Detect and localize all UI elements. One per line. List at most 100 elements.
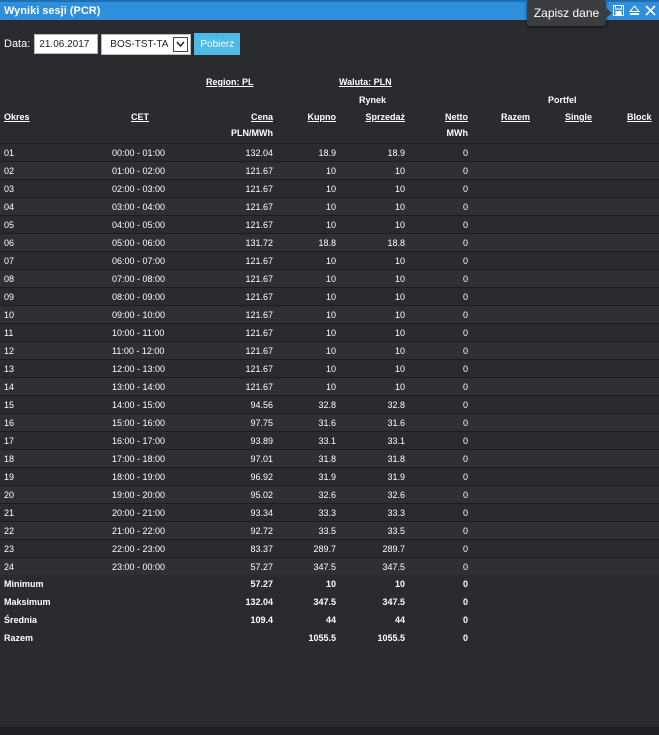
table-row: 14 13:00 - 14:00 121.67 10 10 0 [0,377,659,395]
table-cell: 289.7 [382,544,405,554]
table-row: 18 17:00 - 18:00 97.01 31.8 31.8 0 [0,449,659,467]
col-header-cena[interactable]: Cena [251,112,273,122]
table-cell: 0 [462,418,468,428]
table-cell: 10 [394,364,405,374]
table-cell: 92.72 [250,526,273,536]
table-cell: 10 [394,184,405,194]
currency-header[interactable]: Waluta: PLN [339,77,392,87]
table-cell: 10 [394,166,405,176]
unit-price: PLN/MWh [231,128,273,138]
col-header-razem[interactable]: Razem [501,112,530,122]
table-cell: 04 [4,202,15,212]
table-cell: 12:00 - 13:00 [112,364,166,374]
table-cell: 97.75 [250,418,273,428]
fetch-button[interactable]: Pobierz [194,33,241,55]
table-cell: 32.8 [318,400,336,410]
table-cell: 10 [394,220,405,230]
col-header-single[interactable]: Single [565,112,592,122]
table-cell: 07 [4,256,15,266]
col-header-sprzedaz[interactable]: Sprzedaż [365,112,405,122]
table-cell: 0 [462,436,468,446]
table-row: 10 09:00 - 10:00 121.67 10 10 0 [0,305,659,323]
table-cell: 33.5 [318,526,336,536]
table-cell: 0 [462,579,468,589]
table-row: 11 10:00 - 11:00 121.67 10 10 0 [0,323,659,341]
table-cell: 31.8 [318,454,336,464]
table-cell: 03 [4,184,15,194]
chevron-down-icon[interactable] [173,36,189,52]
table-cell: 0 [462,148,468,158]
table-cell: 16 [4,418,15,428]
table-cell: 03:00 - 04:00 [112,202,166,212]
table-cell: 121.67 [245,346,273,356]
table-cell: 10 [394,274,405,284]
date-label: Data: [4,38,31,50]
col-header-cet[interactable]: CET [131,112,149,122]
date-input[interactable] [34,34,99,54]
table-cell: 19:00 - 20:00 [112,490,166,500]
results-table-body: 01 00:00 - 01:00 132.04 18.9 18.9 0 02 01:00 -… [0,143,659,647]
table-cell: 18.9 [387,148,405,158]
table-cell: 10 [394,256,405,266]
table-cell: 0 [462,346,468,356]
table-cell: 0 [462,400,468,410]
table-cell: 18.9 [318,148,336,158]
table-row: 17 16:00 - 17:00 93.89 33.1 33.1 0 [0,431,659,449]
table-cell: 08 [4,274,15,284]
table-cell: 09 [4,292,15,302]
table-cell: 121.67 [245,328,273,338]
table-cell: 18.8 [387,238,405,248]
col-header-okres[interactable]: Okres [4,112,30,122]
table-cell: 121.67 [245,292,273,302]
table-cell: 0 [462,615,468,625]
eject-icon[interactable] [628,4,641,17]
table-cell: 0 [462,310,468,320]
table-cell: 18 [4,454,15,464]
table-cell: 1055.5 [308,633,336,643]
table-cell: 121.67 [245,184,273,194]
window-title: Wyniki sesji (PCR) [4,5,101,17]
table-row: 19 18:00 - 19:00 96.92 31.9 31.9 0 [0,467,659,485]
table-cell: 10 [325,256,336,266]
table-row: 03 02:00 - 03:00 121.67 10 10 0 [0,179,659,197]
table-cell: 17:00 - 18:00 [112,454,166,464]
save-icon[interactable] [612,4,625,17]
table-cell: 57.27 [250,562,273,572]
table-cell: 31.9 [387,472,405,482]
table-row: 09 08:00 - 09:00 121.67 10 10 0 [0,287,659,305]
table-cell: 11 [4,328,14,338]
table-cell: 10 [325,292,336,302]
table-cell: 06 [4,238,15,248]
table-cell: 11:00 - 12:00 [112,346,165,356]
table-cell: 121.67 [245,382,273,392]
table-row: 13 12:00 - 13:00 121.67 10 10 0 [0,359,659,377]
close-icon[interactable] [644,4,657,17]
table-cell: 0 [462,544,468,554]
table-cell: 07:00 - 08:00 [112,274,166,284]
table-cell: 10 [325,579,336,589]
summary-row-minimum: Minimum 57.27 10 10 0 [0,575,659,593]
col-header-block[interactable]: Block [627,112,652,122]
table-cell: 0 [462,382,468,392]
col-header-netto[interactable]: Netto [445,112,468,122]
table-cell: 10 [394,310,405,320]
table-cell: 22:00 - 23:00 [112,544,166,554]
region-header[interactable]: Region: PL [206,77,254,87]
table-cell: 10:00 - 11:00 [112,328,165,338]
table-cell: 04:00 - 05:00 [112,220,166,230]
col-header-kupno[interactable]: Kupno [308,112,337,122]
table-cell: Minimum [4,579,44,589]
table-cell: 57.27 [250,579,273,589]
portfolio-select[interactable]: BOS-TST-TA [101,33,192,55]
table-cell: 109.4 [250,615,273,625]
table-cell: 08:00 - 09:00 [112,292,166,302]
table-cell: 32.8 [387,400,405,410]
table-cell: 347.5 [313,562,336,572]
table-cell: 121.67 [245,166,273,176]
toolbar: Data: BOS-TST-TA Pobierz [4,33,241,55]
table-cell: 95.02 [250,490,273,500]
table-row: 15 14:00 - 15:00 94.56 32.8 32.8 0 [0,395,659,413]
table-cell: 02 [4,166,15,176]
table-cell: 0 [462,292,468,302]
table-cell: 10 [4,310,15,320]
